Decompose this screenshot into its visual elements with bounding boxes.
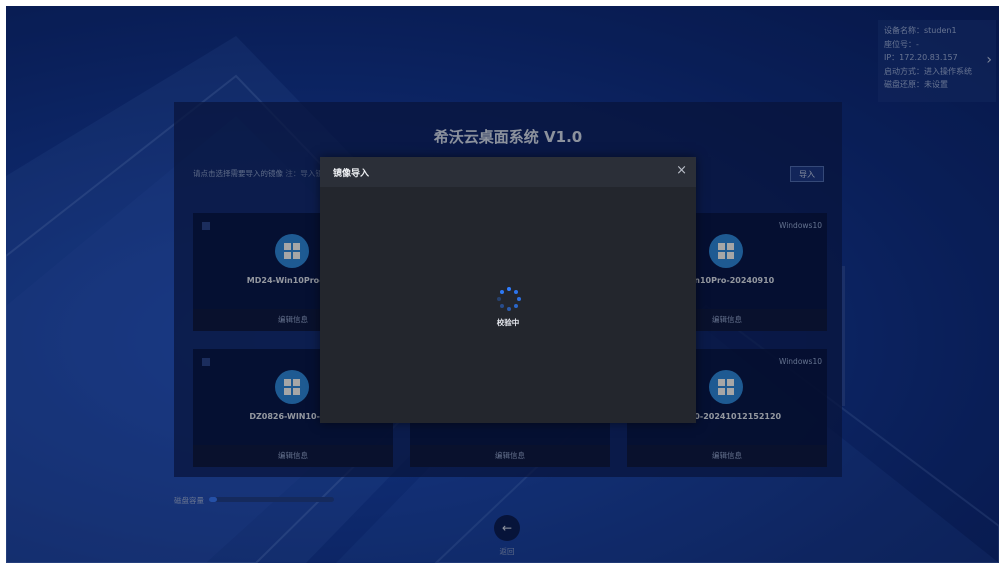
- desktop-screen: 设备名称：studen1 座位号：- IP：172.20.83.157 启动方式…: [6, 6, 999, 563]
- close-icon[interactable]: ×: [676, 163, 687, 178]
- image-import-dialog: 镜像导入 × 校验中: [320, 157, 696, 423]
- dialog-title: 镜像导入: [333, 169, 370, 179]
- verifying-status: 校验中: [496, 318, 520, 327]
- loading-spinner-icon: [497, 287, 521, 311]
- dialog-header: 镜像导入 ×: [320, 157, 696, 187]
